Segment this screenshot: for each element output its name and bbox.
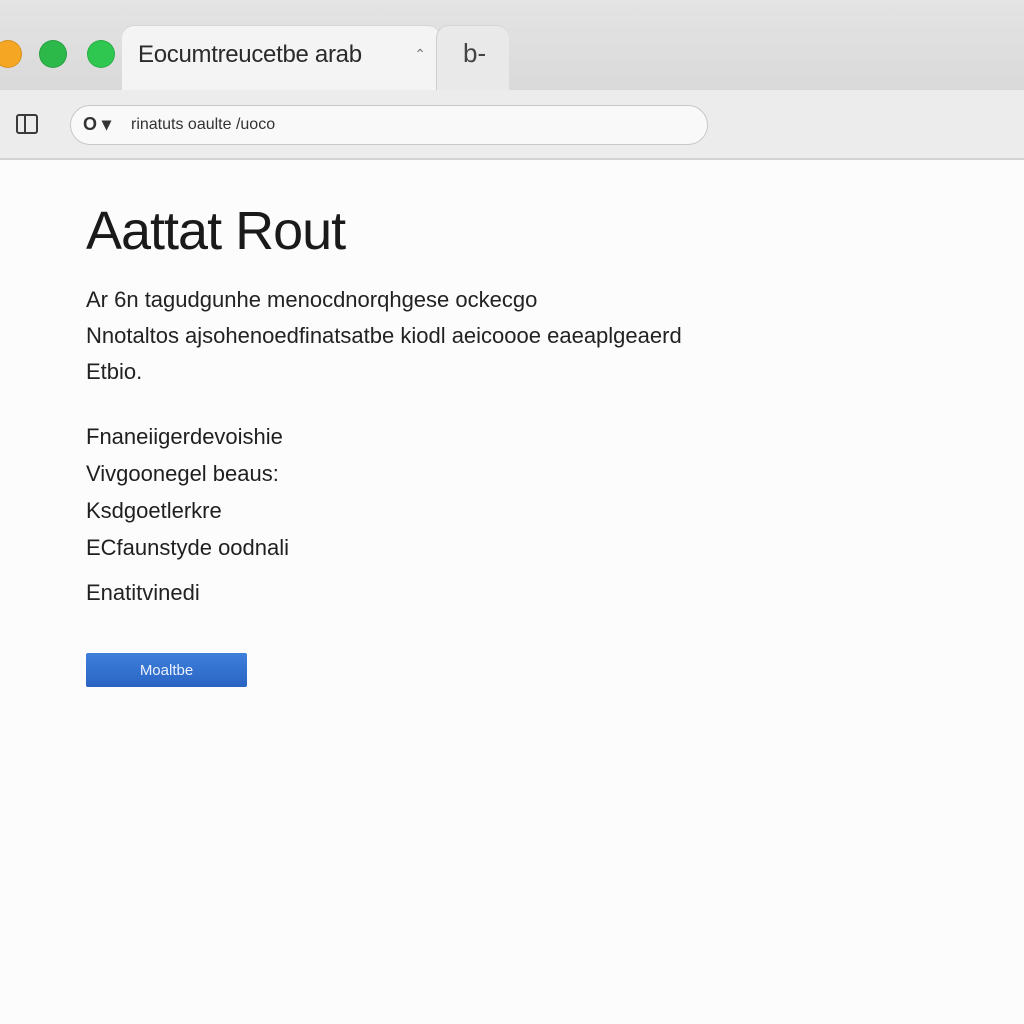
primary-action-button[interactable]: Moaltbe xyxy=(86,653,247,687)
minimize-window-button[interactable] xyxy=(39,40,67,68)
tab-active[interactable]: Eocumtreucetbe arab ⌃ xyxy=(122,26,440,90)
tab-close-icon[interactable]: ⌃ xyxy=(414,46,426,63)
tab-secondary[interactable]: b- xyxy=(436,26,509,90)
browser-window: Eocumtreucetbe arab ⌃ b- O ▾ rinatuts oa… xyxy=(0,0,1024,1024)
list-item: Vivgoonegel beaus: xyxy=(86,461,279,486)
maximize-window-button[interactable] xyxy=(87,40,115,68)
url-text[interactable]: rinatuts oaulte /uoco xyxy=(131,116,275,134)
page-title: Aattat Rout xyxy=(86,201,346,261)
list-item: Ksdgoetlerkre xyxy=(86,498,222,523)
close-window-button[interactable] xyxy=(0,40,22,68)
list-item: ECfaunstyde oodnali xyxy=(86,535,290,560)
feature-list: Fnaneiigerdevoishie Vivgoonegel beaus: K… xyxy=(86,418,289,566)
intro-line: Etbio. xyxy=(86,359,143,384)
extra-text: Enatitvinedi xyxy=(86,580,200,605)
tab-favicon-icon: b- xyxy=(463,38,487,68)
intro-paragraph: Ar 6n tagudgunhe menocdnorqhgese ockecgo… xyxy=(86,282,806,390)
sidebar-toggle-icon[interactable] xyxy=(16,114,38,134)
site-info-icon[interactable]: O ▾ xyxy=(83,114,111,135)
intro-line: Nnotaltos ajsohenoedfinatsatbe kiodl aei… xyxy=(86,323,682,348)
intro-line: Ar 6n tagudgunhe menocdnorqhgese ockecgo xyxy=(86,287,538,312)
address-bar[interactable]: O ▾ rinatuts oaulte /uoco xyxy=(70,105,708,145)
list-item: Fnaneiigerdevoishie xyxy=(86,424,283,449)
page-content: Aattat Rout Ar 6n tagudgunhe menocdnorqh… xyxy=(0,160,1024,1024)
browser-toolbar: O ▾ rinatuts oaulte /uoco xyxy=(0,90,1024,160)
tab-title: Eocumtreucetbe arab xyxy=(138,41,362,68)
tab-strip: Eocumtreucetbe arab ⌃ b- xyxy=(0,0,1024,90)
